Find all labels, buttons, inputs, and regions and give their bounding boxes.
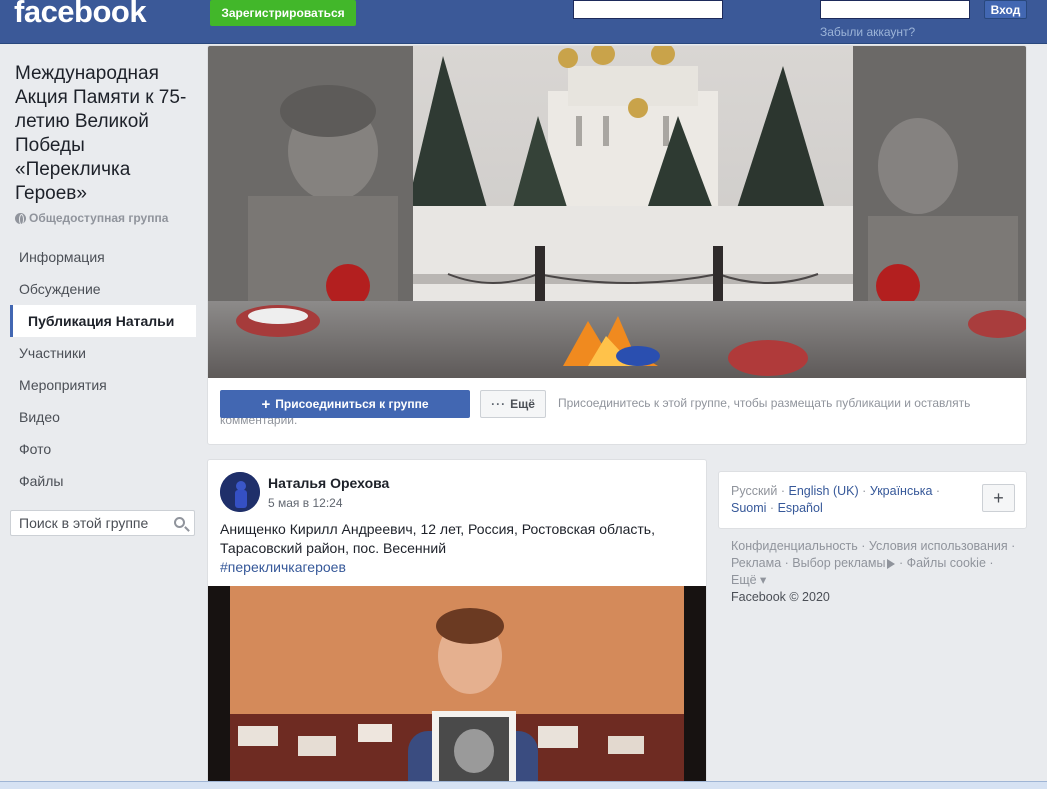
nav-item-discussion[interactable]: Обсуждение: [10, 273, 196, 305]
footer-links: Конфиденциальность · Условия использован…: [731, 538, 1021, 606]
cover-photo-image: [208, 46, 1026, 378]
language-link-finnish[interactable]: Suomi: [731, 501, 766, 515]
language-link-ukrainian[interactable]: Українська: [870, 484, 933, 498]
cover-photo[interactable]: [208, 46, 1026, 378]
nav-item-photos[interactable]: Фото: [10, 433, 196, 465]
add-language-button[interactable]: +: [982, 484, 1015, 512]
top-bar: facebook Зарегистрироваться Вход Забыли …: [0, 0, 1047, 44]
taskbar: [0, 781, 1047, 789]
search-icon[interactable]: [174, 517, 185, 528]
footer-link-terms[interactable]: Условия использования: [869, 539, 1008, 553]
nav-item-files[interactable]: Файлы: [10, 465, 196, 497]
plus-icon: +: [993, 487, 1004, 508]
avatar-image: [220, 472, 260, 512]
nav-item-events[interactable]: Мероприятия: [10, 369, 196, 401]
post-text: Анищенко Кирилл Андреевич, 12 лет, Росси…: [220, 520, 700, 577]
more-label: Ещё: [510, 397, 535, 411]
chevron-down-icon: ▾: [756, 573, 767, 587]
group-nav: Информация Обсуждение Публикация Натальи…: [10, 241, 196, 497]
nav-item-info[interactable]: Информация: [10, 241, 196, 273]
footer-link-ads[interactable]: Реклама: [731, 556, 781, 570]
footer-link-privacy[interactable]: Конфиденциальность: [731, 539, 858, 553]
join-group-label: Присоединиться к группе: [275, 397, 429, 411]
footer-link-cookies[interactable]: Файлы cookie: [907, 556, 986, 570]
footer-link-ad-choices[interactable]: Выбор рекламы: [792, 556, 885, 570]
login-button[interactable]: Вход: [984, 0, 1027, 19]
footer-link-more[interactable]: Ещё: [731, 573, 757, 587]
group-search-input[interactable]: [19, 515, 169, 531]
dots-icon: ···: [491, 397, 507, 411]
copyright: Facebook © 2020: [731, 590, 830, 604]
post-card: Наталья Орехова 5 мая в 12:24 Анищенко К…: [207, 459, 707, 789]
nav-item-members[interactable]: Участники: [10, 337, 196, 369]
post-body: Анищенко Кирилл Андреевич, 12 лет, Росси…: [220, 521, 655, 556]
group-cover-card: Присоединитесь к этой группе, чтобы разм…: [207, 45, 1027, 445]
globe-icon: [15, 212, 26, 225]
login-email-input[interactable]: [573, 0, 723, 19]
register-button[interactable]: Зарегистрироваться: [210, 0, 356, 26]
post-video-frame: [208, 586, 706, 789]
language-current: Русский: [731, 484, 778, 498]
language-list: Русский · English (UK) · Українська · Su…: [731, 484, 941, 515]
group-search: [10, 510, 195, 536]
forgot-account-link[interactable]: Забыли аккаунт?: [820, 25, 915, 39]
nav-item-videos[interactable]: Видео: [10, 401, 196, 433]
avatar[interactable]: [220, 472, 260, 512]
language-box: Русский · English (UK) · Українська · Su…: [718, 471, 1027, 529]
more-button[interactable]: ··· Ещё: [480, 390, 546, 418]
language-link-english[interactable]: English (UK): [789, 484, 859, 498]
play-icon: [887, 558, 896, 569]
post-video[interactable]: [208, 586, 706, 789]
nav-item-natalia-post[interactable]: Публикация Натальи: [10, 305, 196, 337]
facebook-logo[interactable]: facebook: [14, 0, 147, 30]
post-hashtag[interactable]: #перекличкагероев: [220, 558, 700, 577]
group-privacy: Общедоступная группа: [15, 211, 168, 225]
group-privacy-label: Общедоступная группа: [29, 211, 169, 225]
plus-icon: +: [261, 395, 271, 413]
join-group-button[interactable]: + Присоединиться к группе: [220, 390, 470, 418]
language-link-spanish[interactable]: Español: [778, 501, 823, 515]
login-password-input[interactable]: [820, 0, 970, 19]
post-timestamp[interactable]: 5 мая в 12:24: [268, 496, 343, 510]
post-author[interactable]: Наталья Орехова: [268, 475, 389, 491]
group-title[interactable]: Международная Акция Памяти к 75-летию Ве…: [15, 62, 195, 206]
